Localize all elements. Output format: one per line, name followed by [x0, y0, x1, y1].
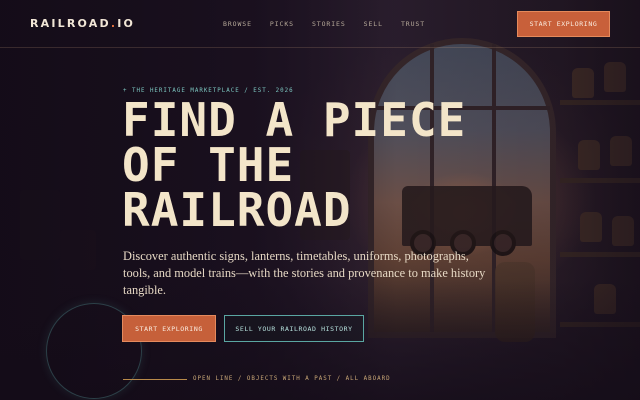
nav-item-browse[interactable]: BROWSE — [223, 20, 252, 28]
hero-headline: FIND A PIECE OF THE RAILROAD — [122, 93, 467, 237]
nav-item-stories[interactable]: STORIES — [312, 20, 346, 28]
main-nav: BROWSE PICKS STORIES SELL TRUST — [223, 20, 443, 28]
start-exploring-nav-button[interactable]: START EXPLORING — [517, 11, 610, 37]
headline-line: RAILROAD — [122, 183, 352, 237]
tagline-rule — [123, 379, 187, 380]
brand-logo[interactable]: RAILROAD.IO — [30, 17, 135, 30]
hero-description: Discover authentic signs, lanterns, time… — [123, 249, 486, 297]
headline-line: FIND A PIECE — [122, 93, 467, 147]
headline-line: OF THE — [122, 138, 295, 192]
hero-tagline: OPEN LINE / OBJECTS WITH A PAST / ALL AB… — [193, 376, 391, 382]
start-exploring-button[interactable]: START EXPLORING — [122, 315, 216, 342]
nav-item-picks[interactable]: PICKS — [270, 20, 294, 28]
sell-railroad-history-button[interactable]: SELL YOUR RAILROAD HISTORY — [224, 315, 364, 342]
nav-item-trust[interactable]: TRUST — [401, 20, 425, 28]
nav-item-sell[interactable]: SELL — [364, 20, 383, 28]
top-navigation-bar: RAILROAD.IO BROWSE PICKS STORIES SELL TR… — [0, 0, 640, 48]
